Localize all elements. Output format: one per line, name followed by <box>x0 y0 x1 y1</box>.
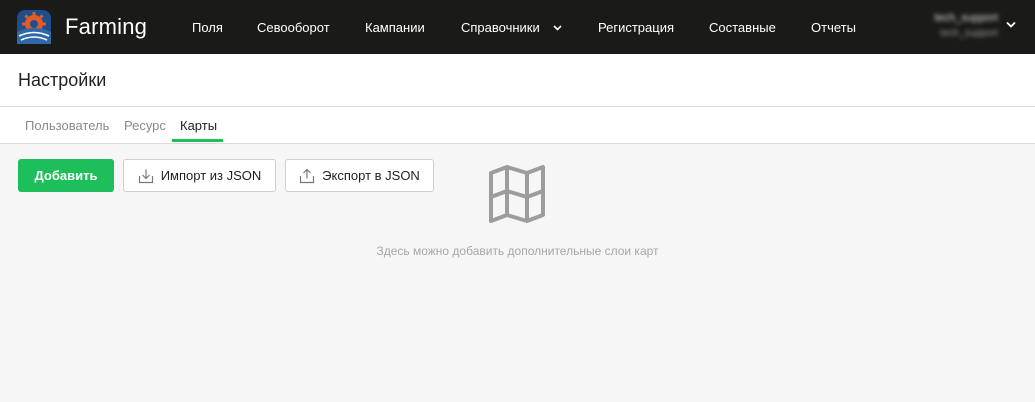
upload-icon <box>300 168 315 183</box>
nav-item-campaigns[interactable]: Кампании <box>365 20 425 35</box>
tab-maps[interactable]: Карты <box>180 118 217 133</box>
tab-user[interactable]: Пользователь <box>25 118 109 133</box>
user-name: tech_support <box>934 12 998 24</box>
page-header: Настройки <box>0 54 1035 107</box>
page-title: Настройки <box>18 70 107 90</box>
map-icon <box>489 165 545 223</box>
tab-resource[interactable]: Ресурс <box>124 118 166 133</box>
nav-item-fields[interactable]: Поля <box>192 20 223 35</box>
top-navbar: Farming Поля Севооборот Кампании Справоч… <box>0 0 1035 54</box>
farming-logo-icon[interactable] <box>17 10 51 44</box>
import-json-button[interactable]: Импорт из JSON <box>123 159 276 192</box>
empty-state-message: Здесь можно добавить дополнительные слои… <box>376 244 659 258</box>
export-json-button[interactable]: Экспорт в JSON <box>285 159 434 192</box>
nav-item-reports[interactable]: Отчеты <box>811 20 856 35</box>
nav-item-composite[interactable]: Составные <box>709 20 776 35</box>
chevron-down-icon <box>553 25 562 31</box>
settings-tabs: Пользователь Ресурс Карты <box>0 107 1035 144</box>
export-json-label: Экспорт в JSON <box>322 168 420 183</box>
user-role: tech_support <box>940 28 998 39</box>
active-tab-indicator <box>172 139 223 142</box>
chevron-down-icon[interactable] <box>1006 21 1016 29</box>
nav-item-references-label: Справочники <box>461 20 540 35</box>
brand-name[interactable]: Farming <box>65 14 147 40</box>
import-json-label: Импорт из JSON <box>160 168 262 183</box>
add-button[interactable]: Добавить <box>18 159 114 192</box>
nav-item-references[interactable]: Справочники <box>461 20 562 35</box>
add-button-label: Добавить <box>34 168 98 183</box>
download-icon <box>138 169 153 183</box>
nav-item-crop-rotation[interactable]: Севооборот <box>257 20 330 35</box>
nav-item-registration[interactable]: Регистрация <box>598 20 674 35</box>
user-menu[interactable]: tech_support tech_support <box>920 12 998 42</box>
